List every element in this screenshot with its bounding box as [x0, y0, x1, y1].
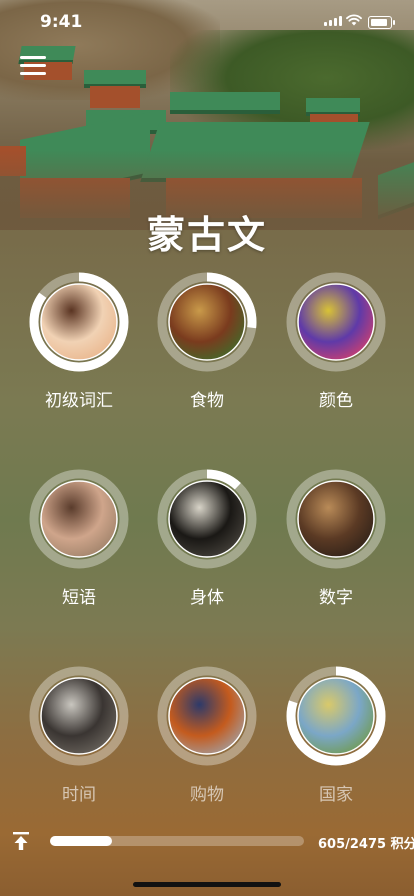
color-powder-photo	[297, 283, 375, 361]
category-progress-ring	[286, 666, 386, 766]
status-time: 9:41	[40, 12, 83, 32]
burger-photo	[168, 283, 246, 361]
battery-icon	[368, 16, 395, 29]
category-progress-ring	[29, 272, 129, 372]
wifi-icon	[346, 14, 362, 26]
category-item[interactable]: 国家	[272, 666, 400, 805]
category-item[interactable]: 食物	[143, 272, 271, 411]
category-label: 时间	[62, 785, 96, 805]
category-label: 国家	[319, 785, 353, 805]
category-label: 初级词汇	[45, 391, 113, 411]
category-label: 颜色	[319, 391, 353, 411]
cellular-signal-icon	[324, 16, 342, 26]
category-item[interactable]: 初级词汇	[15, 272, 143, 411]
category-item[interactable]: 数字	[272, 469, 400, 608]
category-item[interactable]: 购物	[143, 666, 271, 805]
category-item[interactable]: 时间	[15, 666, 143, 805]
category-progress-ring	[286, 469, 386, 569]
status-bar: 9:41	[0, 0, 414, 44]
page-title: 蒙古文	[146, 213, 267, 257]
world-map-photo	[297, 677, 375, 755]
alarm-clock-photo	[40, 677, 118, 755]
category-progress-ring	[29, 469, 129, 569]
category-progress-ring	[157, 666, 257, 766]
category-progress-ring	[157, 469, 257, 569]
skeleton-photo	[168, 480, 246, 558]
category-item[interactable]: 颜色	[272, 272, 400, 411]
people-talking-photo	[40, 480, 118, 558]
category-label: 身体	[190, 588, 224, 608]
category-progress-ring	[157, 272, 257, 372]
points-score: 605/2475 积分	[318, 837, 414, 852]
hamburger-menu-icon[interactable]	[20, 56, 46, 76]
upload-icon[interactable]	[11, 831, 31, 851]
category-item[interactable]: 短语	[15, 469, 143, 608]
category-item[interactable]: 身体	[143, 469, 271, 608]
points-progress-fill	[50, 836, 113, 846]
category-label: 短语	[62, 588, 96, 608]
home-indicator	[133, 882, 281, 887]
category-label: 购物	[190, 785, 224, 805]
category-label: 数字	[319, 588, 353, 608]
points-progress-bar	[50, 836, 304, 846]
child-face-photo	[40, 283, 118, 361]
category-label: 食物	[190, 391, 224, 411]
category-progress-ring	[286, 272, 386, 372]
number-blocks-photo	[297, 480, 375, 558]
shopping-cart-photo	[168, 677, 246, 755]
category-progress-ring	[29, 666, 129, 766]
